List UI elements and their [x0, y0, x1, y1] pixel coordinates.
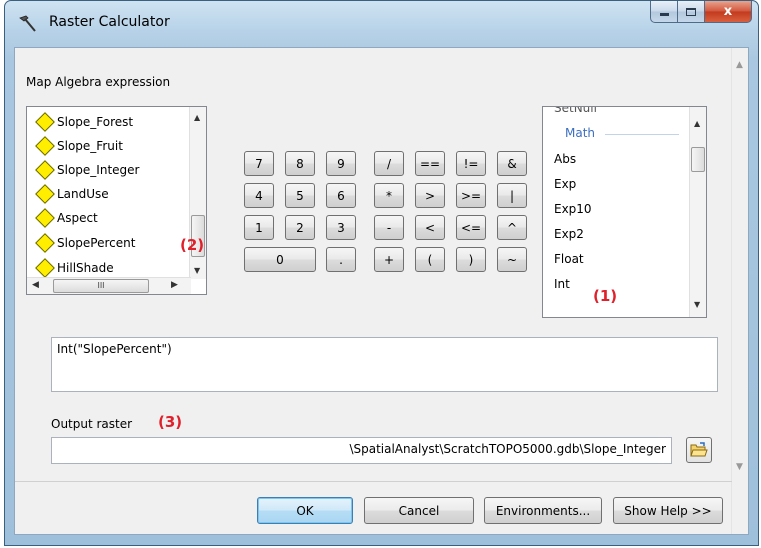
open-folder-icon — [690, 442, 708, 457]
dialog-scrollbar[interactable]: ▲ ▼ — [731, 48, 748, 534]
output-raster-field[interactable]: \SpatialAnalyst\ScratchTOPO5000.gdb\Slop… — [51, 437, 672, 464]
scroll-up-arrow-icon[interactable]: ▲ — [694, 119, 700, 128]
function-item[interactable]: Abs — [554, 152, 576, 166]
expression-input[interactable]: Int("SlopePercent") — [51, 337, 718, 392]
calc-button-not-equals[interactable]: != — [456, 151, 486, 176]
calc-button-not[interactable]: ~ — [497, 247, 527, 272]
calc-button-5[interactable]: 5 — [285, 183, 315, 208]
annotation-3: (3) — [158, 413, 183, 431]
functions-list[interactable]: SetNull Math Abs Exp Exp10 Exp2 Float In… — [542, 106, 707, 318]
function-category-header: Math — [565, 126, 596, 140]
function-item[interactable]: SetNull — [554, 107, 597, 115]
scroll-down-arrow-icon[interactable]: ▼ — [736, 462, 743, 472]
caption-buttons: x — [650, 1, 752, 23]
calc-button-7[interactable]: 7 — [244, 151, 274, 176]
layer-item[interactable]: Slope_Integer — [35, 158, 139, 182]
environments-button[interactable]: Environments... — [484, 497, 602, 524]
close-icon: x — [723, 4, 733, 19]
raster-layer-icon — [35, 208, 55, 228]
layer-item[interactable]: LandUse — [35, 182, 109, 206]
layers-horizontal-scrollbar[interactable]: ◀ III ▶ — [27, 277, 191, 294]
function-item[interactable]: Float — [554, 252, 584, 266]
calc-button-equals[interactable]: == — [415, 151, 445, 176]
calc-button-xor[interactable]: ^ — [497, 215, 527, 240]
calc-button-6[interactable]: 6 — [326, 183, 356, 208]
scroll-up-arrow-icon[interactable]: ▲ — [736, 60, 743, 70]
button-bar-separator — [15, 481, 732, 482]
calc-button-divide[interactable]: / — [374, 151, 404, 176]
maximize-icon — [686, 7, 696, 16]
scroll-thumb[interactable]: III — [53, 279, 149, 293]
ok-button[interactable]: OK — [257, 497, 353, 524]
calc-button-9[interactable]: 9 — [326, 151, 356, 176]
calc-button-plus[interactable]: + — [374, 247, 404, 272]
scroll-thumb[interactable] — [691, 147, 705, 172]
layer-item[interactable]: Slope_Forest — [35, 110, 133, 134]
calc-button-8[interactable]: 8 — [285, 151, 315, 176]
category-divider — [605, 134, 679, 135]
raster-layer-icon — [35, 160, 55, 180]
title-bar[interactable]: Raster Calculator x — [5, 1, 758, 47]
calc-button-and[interactable]: & — [497, 151, 527, 176]
dialog-body: ▲ ▼ Map Algebra expression Slope_Forest … — [14, 47, 749, 535]
calc-button-3[interactable]: 3 — [326, 215, 356, 240]
maximize-button[interactable] — [678, 1, 705, 23]
calc-button-2[interactable]: 2 — [285, 215, 315, 240]
cancel-button[interactable]: Cancel — [364, 497, 474, 524]
function-item[interactable]: Exp10 — [554, 202, 592, 216]
calc-button-4[interactable]: 4 — [244, 183, 274, 208]
window-title: Raster Calculator — [49, 14, 170, 30]
calc-button-close-paren[interactable]: ) — [456, 247, 486, 272]
calc-button-decimal[interactable]: . — [326, 247, 356, 272]
output-raster-label: Output raster — [51, 417, 133, 431]
calc-button-or[interactable]: | — [497, 183, 527, 208]
scroll-down-arrow-icon[interactable]: ▼ — [194, 266, 200, 275]
hammer-icon — [19, 15, 36, 32]
scroll-left-arrow-icon[interactable]: ◀ — [32, 280, 39, 290]
annotation-1: (1) — [593, 287, 618, 305]
function-item[interactable]: Exp2 — [554, 227, 584, 241]
raster-layer-icon — [35, 112, 55, 132]
expression-section-label: Map Algebra expression — [26, 75, 171, 89]
calc-button-less-equal[interactable]: <= — [456, 215, 486, 240]
calc-button-greater-equal[interactable]: >= — [456, 183, 486, 208]
layer-item[interactable]: SlopePercent — [35, 231, 135, 255]
calc-button-open-paren[interactable]: ( — [415, 247, 445, 272]
layers-list[interactable]: Slope_Forest Slope_Fruit Slope_Integer L… — [26, 106, 207, 295]
scroll-right-arrow-icon[interactable]: ▶ — [171, 280, 178, 290]
raster-calculator-window: Raster Calculator x ▲ ▼ Map Algebra expr… — [4, 0, 759, 546]
show-help-button[interactable]: Show Help >> — [613, 497, 723, 524]
calc-button-multiply[interactable]: * — [374, 183, 404, 208]
minimize-icon — [659, 13, 669, 16]
function-item[interactable]: Int — [554, 277, 570, 291]
raster-layer-icon — [35, 233, 55, 253]
layer-item[interactable]: Aspect — [35, 206, 98, 230]
raster-layer-icon — [35, 258, 55, 278]
scroll-up-arrow-icon[interactable]: ▲ — [194, 113, 200, 122]
minimize-button[interactable] — [650, 1, 678, 23]
calc-button-1[interactable]: 1 — [244, 215, 274, 240]
calc-button-less[interactable]: < — [415, 215, 445, 240]
close-button[interactable]: x — [705, 1, 752, 23]
calc-button-greater[interactable]: > — [415, 183, 445, 208]
calc-button-0[interactable]: 0 — [244, 247, 316, 272]
function-item[interactable]: Exp — [554, 177, 576, 191]
calc-button-minus[interactable]: - — [374, 215, 404, 240]
raster-layer-icon — [35, 184, 55, 204]
annotation-2: (2) — [180, 236, 205, 254]
browse-button[interactable] — [686, 437, 712, 463]
functions-vertical-scrollbar[interactable]: ▲ ▼ — [689, 107, 706, 317]
scroll-down-arrow-icon[interactable]: ▼ — [694, 300, 700, 309]
raster-layer-icon — [35, 136, 55, 156]
layer-item[interactable]: Slope_Fruit — [35, 134, 123, 158]
